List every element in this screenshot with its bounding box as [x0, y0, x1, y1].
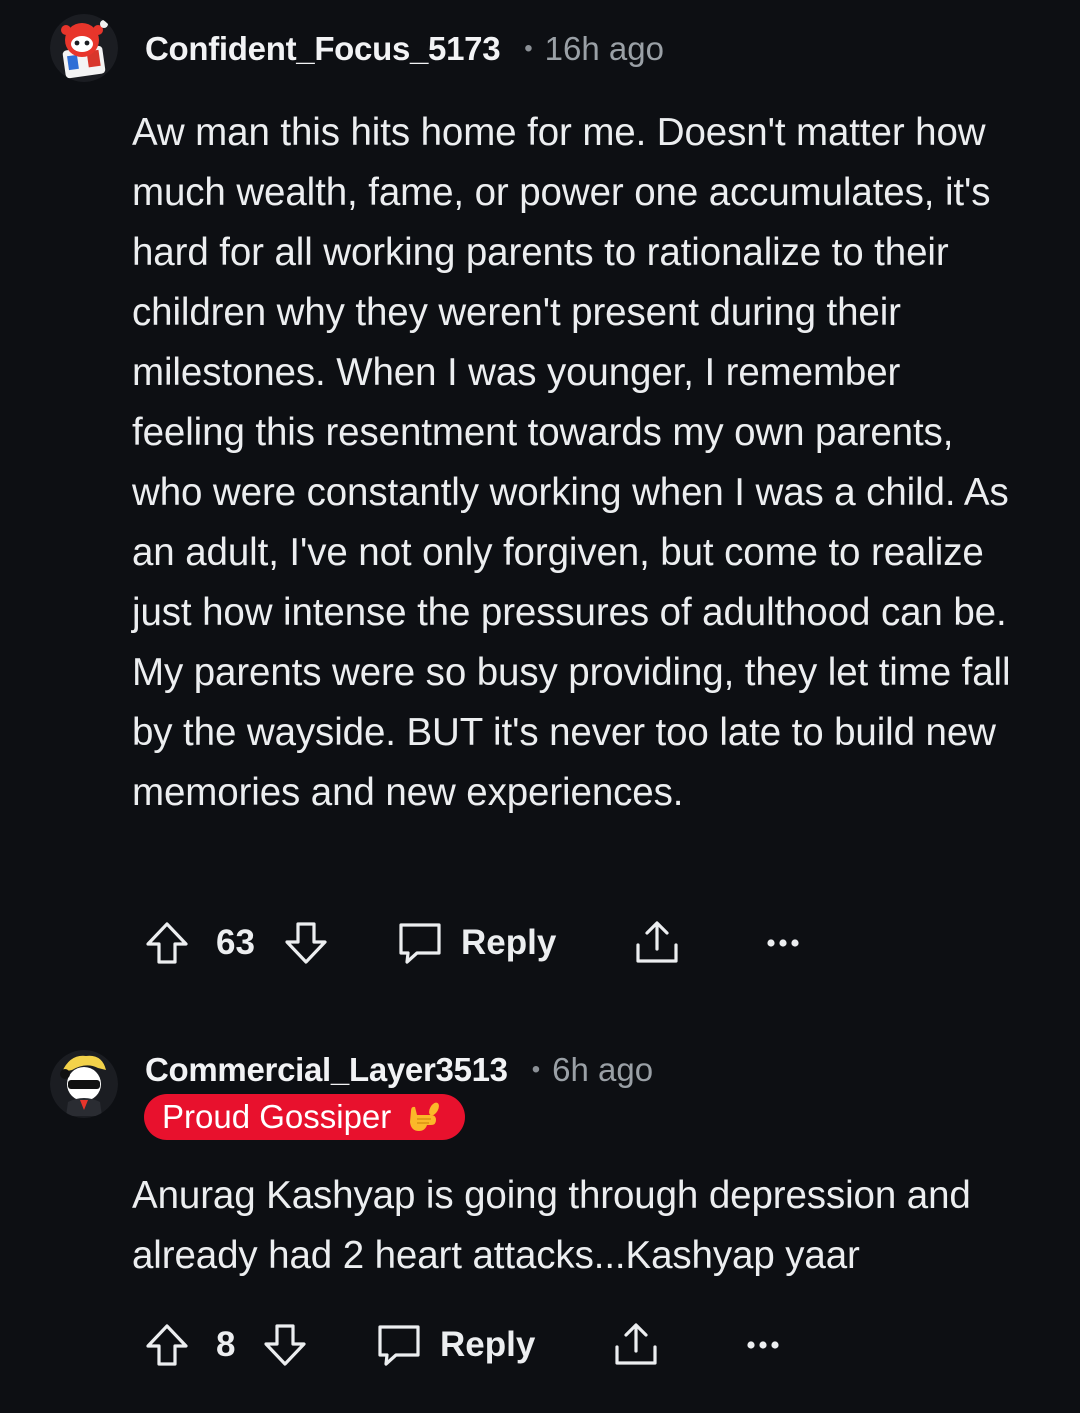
- username[interactable]: Confident_Focus_5173: [145, 30, 501, 68]
- comment-meta: Commercial_Layer3513 • 6h ago: [145, 1047, 653, 1093]
- user-flair: Proud Gossiper: [144, 1094, 466, 1140]
- reply-button[interactable]: Reply: [395, 913, 556, 973]
- flair-label: Proud Gossiper: [162, 1098, 392, 1135]
- comment-bubble-icon: [378, 1325, 420, 1366]
- comment: Commercial_Layer3513 • 6h ago Proud Goss…: [0, 1030, 1080, 1413]
- downvote-button[interactable]: [261, 1315, 309, 1375]
- more-dots-icon: [747, 1341, 779, 1349]
- panda-avatar-icon: [50, 1050, 118, 1118]
- separator-dot: •: [524, 35, 533, 62]
- user-avatar[interactable]: [50, 14, 118, 82]
- comment-actions: 63 Reply: [0, 913, 1080, 973]
- timestamp: 6h ago: [552, 1051, 654, 1088]
- upvote-button[interactable]: [143, 913, 191, 973]
- downvote-arrow-icon: [285, 922, 327, 964]
- downvote-arrow-icon: [264, 1324, 306, 1366]
- vote-count-value: 8: [216, 1325, 236, 1364]
- timestamp: 16h ago: [544, 30, 664, 67]
- comment-body: Anurag Kashyap is going through depressi…: [132, 1174, 971, 1277]
- vote-count: 63: [216, 913, 255, 973]
- share-button[interactable]: [611, 1315, 661, 1375]
- reply-label: Reply: [440, 1325, 536, 1364]
- more-dots-icon: [767, 939, 799, 947]
- more-options-button[interactable]: [766, 913, 800, 973]
- reply-label: Reply: [461, 923, 557, 962]
- separator-dot: •: [531, 1056, 541, 1083]
- username[interactable]: Commercial_Layer3513: [145, 1051, 508, 1089]
- share-icon: [615, 1323, 657, 1365]
- comment-meta: Confident_Focus_5173 • 16h ago: [145, 26, 664, 72]
- comment-actions: 8 Reply: [0, 1315, 1080, 1375]
- share-button[interactable]: [632, 913, 682, 973]
- call-me-hand-icon: [403, 1097, 443, 1137]
- upvote-arrow-icon: [146, 1324, 188, 1366]
- user-avatar[interactable]: [50, 1050, 118, 1118]
- reply-button[interactable]: Reply: [374, 1315, 535, 1375]
- vote-count: 8: [216, 1315, 235, 1375]
- comment-bubble-icon: [399, 923, 441, 964]
- vote-count-value: 63: [216, 923, 255, 962]
- snoo-avatar-red-icon: [50, 14, 118, 82]
- more-options-button[interactable]: [746, 1315, 780, 1375]
- upvote-button[interactable]: [143, 1315, 191, 1375]
- share-icon: [636, 921, 678, 963]
- comment-body: Aw man this hits home for me. Doesn't ma…: [132, 111, 1011, 814]
- comment: Confident_Focus_5173 • 16h ago Aw man th…: [0, 0, 1080, 1000]
- downvote-button[interactable]: [282, 913, 330, 973]
- upvote-arrow-icon: [146, 922, 188, 964]
